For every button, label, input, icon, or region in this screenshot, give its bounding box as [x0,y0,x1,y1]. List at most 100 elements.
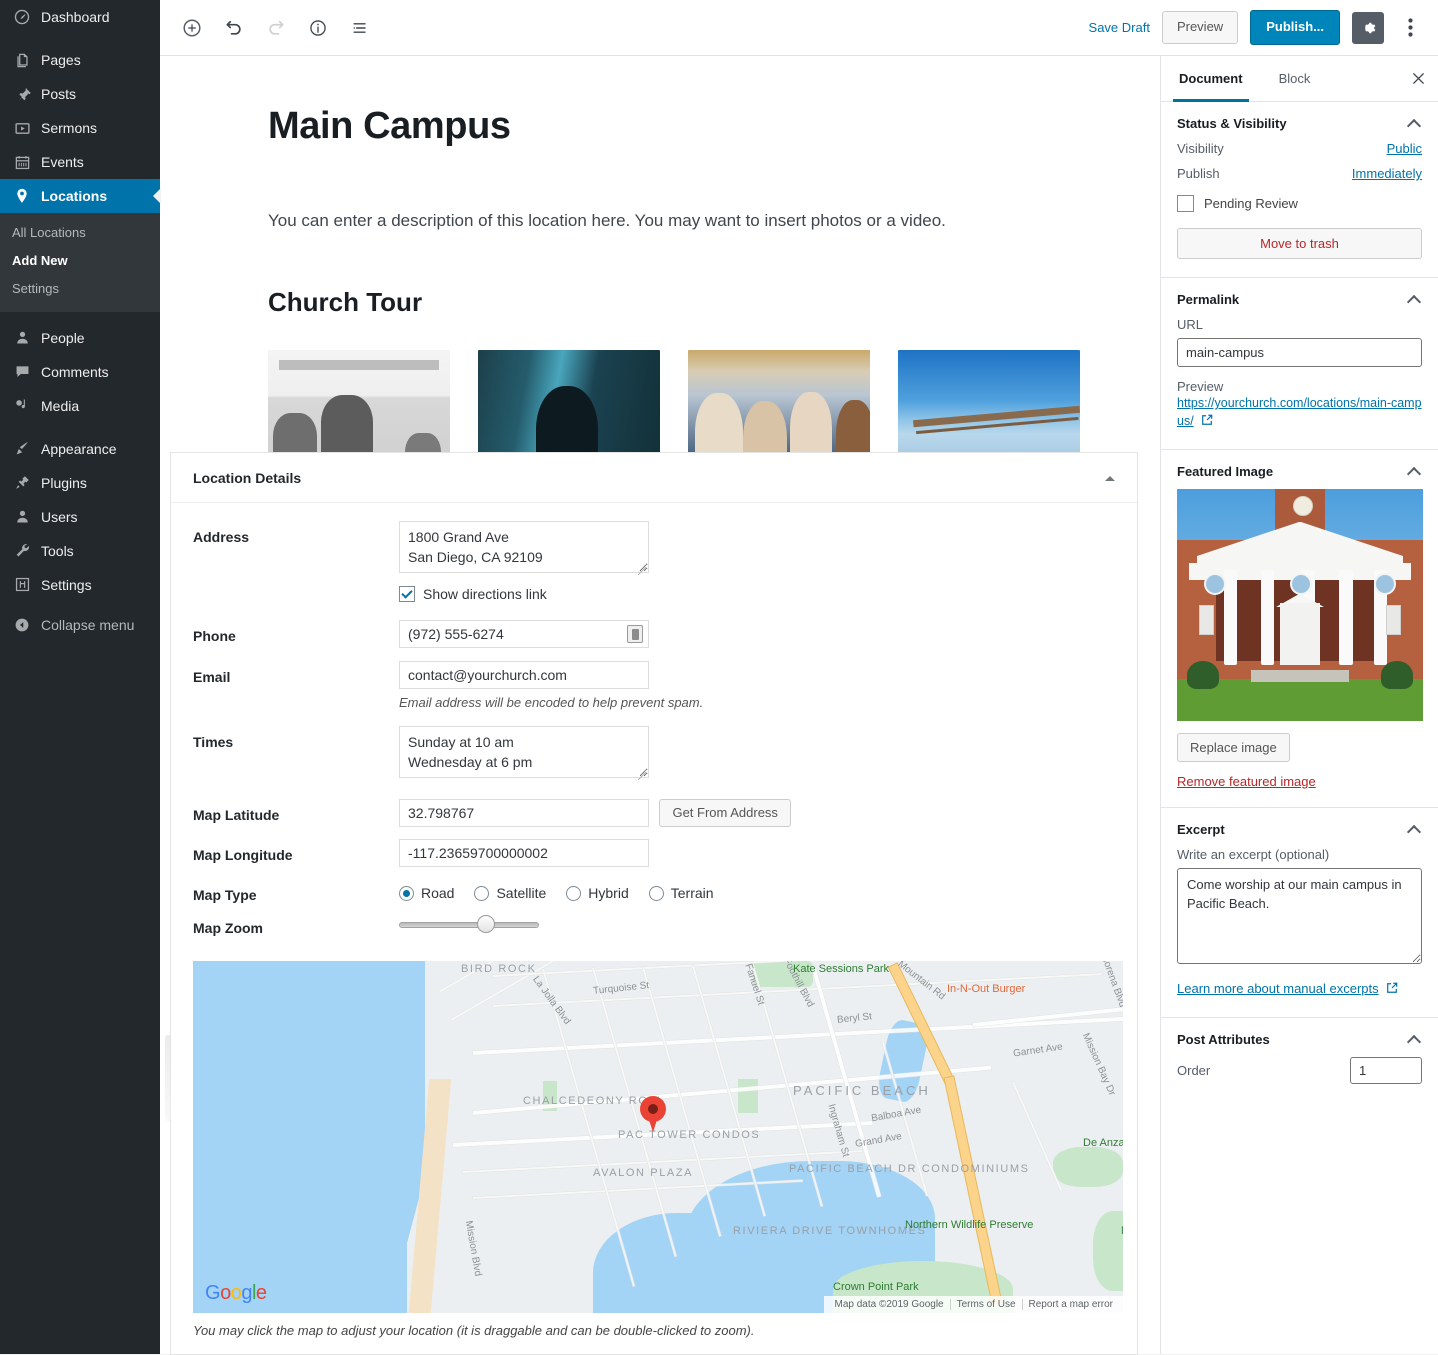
redo-icon[interactable] [258,10,294,46]
panel-header-excerpt[interactable]: Excerpt [1177,822,1422,837]
pin-tip [647,1113,659,1133]
external-link-icon[interactable] [1386,981,1398,999]
sidebar-item-people[interactable]: People [0,321,160,355]
report-map-error-link[interactable]: Report a map error [1021,1299,1119,1311]
sidebar-item-label: Pages [41,52,81,68]
gear-icon[interactable] [1352,11,1384,44]
row-order: Order [1177,1057,1422,1085]
content-info-icon[interactable] [300,10,336,46]
tab-document[interactable]: Document [1161,56,1261,102]
collapse-menu-button[interactable]: Collapse menu [0,608,160,642]
close-icon[interactable] [1398,56,1438,102]
visibility-value-link[interactable]: Public [1387,141,1422,156]
map-type-option-label: Satellite [496,885,547,901]
chevron-up-icon[interactable] [1408,467,1422,476]
panel-title: Post Attributes [1177,1032,1270,1048]
sidebar-item-appearance[interactable]: Appearance [0,432,160,466]
submenu-item-add-new[interactable]: Add New [0,247,160,275]
pending-review-checkbox[interactable] [1177,195,1194,212]
post-heading-block[interactable]: Church Tour [268,287,1163,318]
sidebar-item-posts[interactable]: Posts [0,77,160,111]
publish-value-link[interactable]: Immediately [1352,166,1422,181]
excerpt-textarea[interactable]: Come worship at our main campus in Pacif… [1177,868,1422,965]
radio-selected-icon [399,885,414,901]
submenu-item-all-locations[interactable]: All Locations [0,219,160,247]
map-label: Kate Sessions Park [793,963,889,976]
panel-header-status-visibility[interactable]: Status & Visibility [1177,116,1422,131]
chevron-up-icon[interactable] [1408,119,1422,128]
sidebar-item-settings[interactable]: Settings [0,568,160,602]
location-map-pin[interactable] [640,1096,666,1133]
sidebar-item-pages[interactable]: Pages [0,43,160,77]
sidebar-item-media[interactable]: Media [0,389,160,423]
phone-control [399,620,1115,648]
contact-picker-icon[interactable] [627,625,643,643]
chevron-up-icon[interactable] [1408,295,1422,304]
editor-scrollbar[interactable] [165,1035,171,1121]
chevron-up-icon[interactable] [1408,825,1422,834]
post-title[interactable]: Main Campus [268,104,1163,150]
menu-separator [0,423,160,432]
sidebar-item-comments[interactable]: Comments [0,355,160,389]
get-from-address-button[interactable]: Get From Address [659,799,791,827]
row-pending-review[interactable]: Pending Review [1177,195,1422,212]
latitude-input[interactable] [399,799,649,827]
locations-submenu: All Locations Add New Settings [0,213,160,312]
publish-label: Publish [1177,166,1220,181]
sidebar-item-tools[interactable]: Tools [0,534,160,568]
undo-icon[interactable] [216,10,252,46]
learn-more-excerpts-link[interactable]: Learn more about manual excerpts [1177,981,1379,996]
permalink-url-input[interactable] [1177,338,1422,367]
show-directions-row[interactable]: Show directions link [399,586,1115,602]
save-draft-link[interactable]: Save Draft [1089,20,1150,35]
editor-toolbar: Save Draft Preview Publish... [160,0,1438,56]
block-navigation-icon[interactable] [342,10,378,46]
sidebar-item-locations[interactable]: Locations [0,179,161,213]
panel-header-permalink[interactable]: Permalink [1177,292,1422,307]
map-type-option-road[interactable]: Road [399,885,454,901]
panel-header-post-attributes[interactable]: Post Attributes [1177,1032,1422,1047]
sidebar-item-dashboard[interactable]: Dashboard [0,0,160,34]
shrub [1186,660,1219,689]
sidebar-item-events[interactable]: Events [0,145,160,179]
external-link-icon[interactable] [1201,413,1213,431]
oculus-window [1373,572,1396,595]
map-zoom-control [399,912,1115,937]
google-map[interactable]: BIRD ROCK La Jolla Blvd Turquoise St Fan… [193,961,1123,1314]
remove-featured-image-link[interactable]: Remove featured image [1177,774,1422,789]
times-textarea[interactable]: Sunday at 10 am Wednesday at 6 pm [399,726,649,778]
featured-image-thumbnail[interactable] [1177,489,1423,722]
tab-block[interactable]: Block [1261,56,1329,102]
metabox-collapse-toggle[interactable] [1099,467,1121,489]
move-to-trash-button[interactable]: Move to trash [1177,228,1422,259]
sidebar-item-plugins[interactable]: Plugins [0,466,160,500]
submenu-item-settings[interactable]: Settings [0,275,160,303]
sidebar-item-users[interactable]: Users [0,500,160,534]
add-block-icon[interactable] [174,10,210,46]
chevron-up-icon[interactable] [1408,1035,1422,1044]
show-directions-label: Show directions link [423,586,547,602]
map-type-option-satellite[interactable]: Satellite [474,885,546,901]
order-input[interactable] [1350,1057,1422,1085]
slider-thumb[interactable] [477,915,495,934]
publish-button[interactable]: Publish... [1250,10,1340,45]
map-zoom-slider[interactable] [399,912,544,934]
map-type-option-hybrid[interactable]: Hybrid [566,885,629,901]
replace-image-button[interactable]: Replace image [1177,733,1290,763]
post-paragraph-block[interactable]: You can enter a description of this loca… [268,208,1163,234]
phone-input[interactable] [399,620,649,648]
longitude-input[interactable] [399,839,649,867]
metabox-header[interactable]: Location Details [171,453,1137,503]
more-options-icon[interactable] [1396,12,1424,44]
terms-of-use-link[interactable]: Terms of Use [949,1299,1022,1311]
show-directions-checkbox[interactable] [399,586,415,602]
calendar-icon [12,152,32,172]
preview-button[interactable]: Preview [1161,11,1239,44]
map-type-option-terrain[interactable]: Terrain [648,885,714,901]
sidebar-item-sermons[interactable]: Sermons [0,111,160,145]
address-control: 1800 Grand Ave San Diego, CA 92109 Show … [399,521,1115,602]
panel-header-featured-image[interactable]: Featured Image [1177,464,1422,479]
permalink-preview-link[interactable]: https://yourchurch.com/locations/main-ca… [1177,396,1422,428]
email-input[interactable] [399,661,649,689]
address-textarea[interactable]: 1800 Grand Ave San Diego, CA 92109 [399,521,649,573]
